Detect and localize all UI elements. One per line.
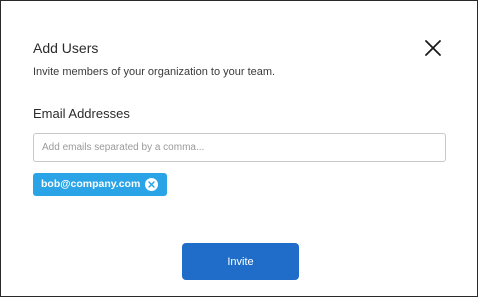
- add-users-dialog: Add Users Invite members of your organiz…: [0, 0, 478, 297]
- email-input[interactable]: [33, 133, 446, 162]
- chip-remove-button[interactable]: [145, 178, 158, 191]
- email-chip-label: bob@company.com: [41, 178, 141, 190]
- dialog-subtitle: Invite members of your organization to y…: [33, 66, 276, 78]
- email-addresses-label: Email Addresses: [33, 106, 130, 121]
- close-icon: [425, 40, 441, 56]
- dialog-title: Add Users: [33, 40, 99, 56]
- close-circle-icon: [148, 181, 155, 188]
- close-button[interactable]: [421, 36, 445, 60]
- email-chip: bob@company.com: [33, 173, 167, 196]
- invite-button[interactable]: Invite: [182, 243, 299, 280]
